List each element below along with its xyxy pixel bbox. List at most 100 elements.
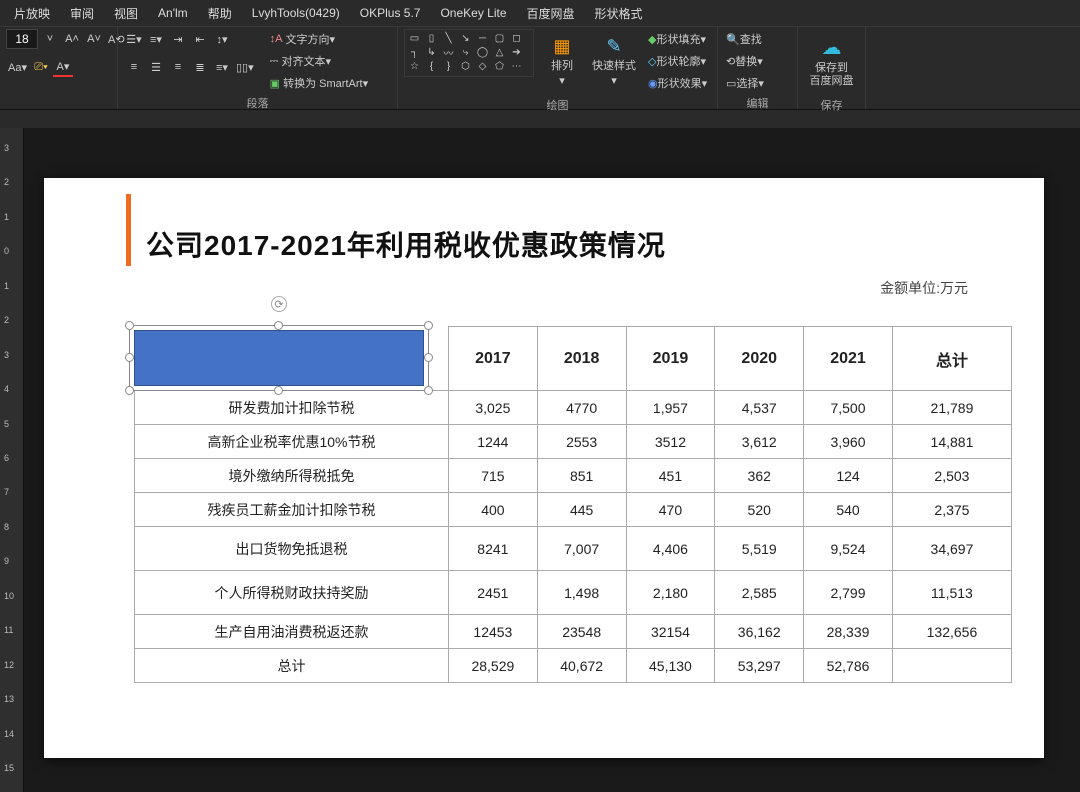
cell: 2,503: [892, 459, 1011, 493]
shape-outline-button[interactable]: ◇形状轮廓▾: [646, 51, 708, 71]
increase-indent-icon[interactable]: ⇥: [168, 29, 188, 49]
replace-button[interactable]: ⟲替换▾: [724, 51, 765, 71]
selected-shape[interactable]: ⟳: [134, 330, 424, 386]
selection-frame: ⟳: [129, 325, 429, 391]
cell: 470: [626, 493, 715, 527]
shape-more-icon[interactable]: ⋯: [509, 60, 524, 72]
table-row[interactable]: 研发费加计扣除节税3,02547701,9574,5377,50021,789: [135, 391, 1012, 425]
cell: 7,500: [804, 391, 893, 425]
increase-font-icon[interactable]: A˄: [62, 29, 82, 49]
table-row[interactable]: 残疾员工薪金加计扣除节税4004454705205402,375: [135, 493, 1012, 527]
menu-lvyhtools[interactable]: LvyhTools(0429): [242, 2, 350, 24]
cell: 3,025: [448, 391, 537, 425]
menu-okplus[interactable]: OKPlus 5.7: [350, 2, 431, 24]
cell: 451: [626, 459, 715, 493]
highlight-icon[interactable]: ⎚▾: [31, 57, 51, 77]
chevron-down-icon[interactable]: ˅: [40, 29, 60, 49]
shape-effects-button[interactable]: ◉形状效果▾: [646, 73, 709, 93]
shape-rect-icon[interactable]: ▭: [407, 32, 422, 44]
table-row[interactable]: 生产自用油消费税返还款12453235483215436,16228,33913…: [135, 615, 1012, 649]
resize-handle-sw[interactable]: [125, 386, 134, 395]
bullets-icon[interactable]: ☰▾: [124, 29, 144, 49]
table-row[interactable]: 总计28,52940,67245,13053,29752,786: [135, 649, 1012, 683]
menu-slideshow[interactable]: 片放映: [4, 1, 60, 26]
menu-anim[interactable]: An'lm: [148, 2, 198, 24]
slide[interactable]: 公司2017-2021年利用税收优惠政策情况 金额单位:万元 2017 2018…: [44, 178, 1044, 758]
decrease-font-icon[interactable]: A˅: [84, 29, 104, 49]
cell: 7,007: [537, 527, 626, 571]
shape-triangle-icon[interactable]: △: [492, 46, 507, 58]
shape-curve-icon[interactable]: 〰: [441, 46, 456, 58]
shape-pentagon-icon[interactable]: ⬠: [492, 60, 507, 72]
cell: 53,297: [715, 649, 804, 683]
font-group-label: [6, 93, 111, 109]
table-row[interactable]: 个人所得税财政扶持奖励24511,4982,1802,5852,79911,51…: [135, 571, 1012, 615]
menu-onekey[interactable]: OneKey Lite: [430, 2, 516, 24]
shape-hexagon-icon[interactable]: ⬡: [458, 60, 473, 72]
change-case-icon[interactable]: Aa▾: [6, 57, 29, 77]
decrease-indent-icon[interactable]: ⇤: [190, 29, 210, 49]
shape-brace2-icon[interactable]: }: [441, 60, 456, 72]
shape-arrow-icon[interactable]: ↘: [458, 32, 473, 44]
cell: 2553: [537, 425, 626, 459]
cell: 52,786: [804, 649, 893, 683]
menu-review[interactable]: 审阅: [60, 1, 104, 26]
shape-fill-button[interactable]: ◆形状填充▾: [646, 29, 708, 49]
justify-icon[interactable]: ≣: [190, 57, 210, 77]
text-direction-button[interactable]: ↕A 文字方向▾: [268, 29, 337, 49]
cell: 851: [537, 459, 626, 493]
menu-view[interactable]: 视图: [104, 1, 148, 26]
align-right-icon[interactable]: ≡: [168, 57, 188, 77]
align-text-button[interactable]: ⎓ 对齐文本▾: [268, 51, 333, 71]
menu-help[interactable]: 帮助: [198, 1, 242, 26]
line-spacing-icon[interactable]: ↕▾: [212, 29, 232, 49]
save-to-baidu-button[interactable]: ☁ 保存到 百度网盘: [808, 29, 856, 95]
work-area: 3210123456789101112131415 16151413121110…: [0, 128, 1080, 792]
distribute-icon[interactable]: ≡▾: [212, 57, 232, 77]
header-2019: 2019: [626, 327, 715, 391]
resize-handle-w[interactable]: [125, 353, 134, 362]
shape-star-icon[interactable]: ☆: [407, 60, 422, 72]
cell: 4770: [537, 391, 626, 425]
shape-elbowarrow-icon[interactable]: ↳: [424, 46, 439, 58]
align-left-icon[interactable]: ≡: [124, 57, 144, 77]
cell: 3,960: [804, 425, 893, 459]
resize-handle-nw[interactable]: [125, 321, 134, 330]
shape-arrowshape-icon[interactable]: ➔: [509, 46, 524, 58]
quick-styles-button[interactable]: ✎ 快速样式▾: [590, 29, 638, 95]
table-row[interactable]: 高新企业税率优惠10%节税1244255335123,6123,96014,88…: [135, 425, 1012, 459]
columns-icon[interactable]: ▯▯▾: [234, 57, 256, 77]
find-button[interactable]: 🔍查找: [724, 29, 764, 49]
shape-brace-icon[interactable]: {: [424, 60, 439, 72]
row-label: 个人所得税财政扶持奖励: [135, 571, 449, 615]
shape-line2-icon[interactable]: ─: [475, 32, 490, 44]
shape-elbow-icon[interactable]: ┐: [407, 46, 422, 58]
cell: 4,406: [626, 527, 715, 571]
font-color-icon[interactable]: A▾: [53, 57, 73, 77]
table-row[interactable]: 出口货物免抵退税82417,0074,4065,5199,52434,697: [135, 527, 1012, 571]
select-button[interactable]: ▭选择▾: [724, 73, 766, 93]
numbering-icon[interactable]: ≡▾: [146, 29, 166, 49]
rotate-handle[interactable]: ⟳: [271, 296, 287, 312]
slide-canvas[interactable]: 公司2017-2021年利用税收优惠政策情况 金额单位:万元 2017 2018…: [24, 128, 1080, 792]
menu-shape-format[interactable]: 形状格式: [585, 1, 653, 26]
header-2020: 2020: [715, 327, 804, 391]
arrange-button[interactable]: ▦ 排列▾: [538, 29, 586, 95]
shape-line-icon[interactable]: ╲: [441, 32, 456, 44]
shape-connector-icon[interactable]: ⤷: [458, 46, 473, 58]
shape-callout-icon[interactable]: ◻: [509, 32, 524, 44]
menu-baidu[interactable]: 百度网盘: [517, 1, 585, 26]
table-row[interactable]: 境外缴纳所得税抵免7158514513621242,503: [135, 459, 1012, 493]
cell: 2451: [448, 571, 537, 615]
shape-oval-icon[interactable]: ◯: [475, 46, 490, 58]
cell: 132,656: [892, 615, 1011, 649]
convert-smartart-button[interactable]: ▣ 转换为 SmartArt▾: [268, 73, 370, 93]
menu-bar: 片放映 审阅 视图 An'lm 帮助 LvyhTools(0429) OKPlu…: [0, 0, 1080, 26]
font-size-input[interactable]: 18: [6, 29, 38, 49]
cell: 45,130: [626, 649, 715, 683]
shape-textbox-icon[interactable]: ▯: [424, 32, 439, 44]
shape-diamond-icon[interactable]: ◇: [475, 60, 490, 72]
shapes-gallery[interactable]: ▭ ▯ ╲ ↘ ─ ▢ ◻ ┐ ↳ 〰 ⤷ ◯ △ ➔ ☆ { } ⬡ ◇ ⬠: [404, 29, 534, 77]
align-center-icon[interactable]: ☰: [146, 57, 166, 77]
shape-roundrect-icon[interactable]: ▢: [492, 32, 507, 44]
